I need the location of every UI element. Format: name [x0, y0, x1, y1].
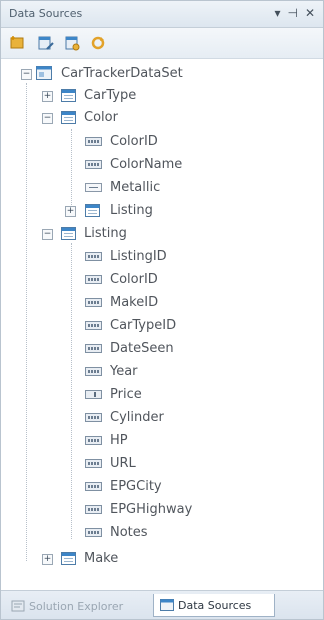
- data-sources-tree: − CarTrackerDataSet + CarType − Color Co…: [1, 61, 323, 581]
- field-label: URL: [110, 456, 136, 471]
- number-field-icon: [85, 367, 102, 376]
- number-field-icon: [85, 413, 102, 422]
- panel-title-bar: Data Sources ▾ ⊣ ✕: [1, 1, 323, 28]
- number-field-icon: [85, 252, 102, 261]
- close-icon[interactable]: ✕: [305, 5, 315, 21]
- tree-node-label: CarType: [84, 88, 137, 103]
- field-label: ListingID: [110, 249, 167, 264]
- tree-node-field[interactable]: HP: [1, 430, 323, 452]
- tree-node-field[interactable]: ColorID: [1, 131, 323, 153]
- field-label: MakeID: [110, 295, 159, 310]
- tree-node-field[interactable]: Notes: [1, 522, 323, 544]
- window-position-dropdown-icon[interactable]: ▾: [274, 5, 280, 21]
- tree-node-label: Listing: [84, 226, 127, 241]
- field-label: Year: [110, 364, 138, 379]
- tree-node-field[interactable]: EPGHighway: [1, 499, 323, 521]
- auto-hide-pin-icon[interactable]: ⊣: [287, 5, 297, 21]
- field-label: ColorID: [110, 272, 158, 287]
- expand-toggle[interactable]: +: [42, 554, 53, 565]
- field-label: Notes: [110, 525, 148, 540]
- number-field-icon: [85, 436, 102, 445]
- tree-node-label: Make: [84, 551, 119, 566]
- field-label: ColorID: [110, 134, 158, 149]
- field-label: HP: [110, 433, 128, 448]
- text-field-icon: [85, 459, 102, 468]
- add-new-data-source-icon[interactable]: [9, 34, 27, 52]
- tree-node-label: Color: [84, 110, 118, 125]
- field-label: EPGCity: [110, 479, 162, 494]
- field-label: EPGHighway: [110, 502, 193, 517]
- tree-node-table-color[interactable]: − Color: [1, 107, 323, 129]
- number-field-icon: [85, 482, 102, 491]
- tree-node-field[interactable]: Cylinder: [1, 407, 323, 429]
- currency-field-icon: [85, 390, 102, 399]
- field-label: CarTypeID: [110, 318, 177, 333]
- tree-node-field[interactable]: EPGCity: [1, 476, 323, 498]
- tree-node-dataset[interactable]: − CarTrackerDataSet: [1, 63, 323, 85]
- tree-node-related-table[interactable]: + Listing: [1, 200, 323, 222]
- checkbox-field-icon: [85, 183, 102, 192]
- table-icon: [61, 111, 76, 124]
- configure-dataset-icon[interactable]: [63, 34, 81, 52]
- number-field-icon: [85, 321, 102, 330]
- table-icon: [61, 89, 76, 102]
- tree-node-table-listing[interactable]: − Listing: [1, 223, 323, 245]
- edit-dataset-icon[interactable]: [37, 34, 55, 52]
- tree-node-field[interactable]: ColorName: [1, 154, 323, 176]
- field-label: Cylinder: [110, 410, 164, 425]
- number-field-icon: [85, 137, 102, 146]
- number-field-icon: [85, 505, 102, 514]
- expand-toggle[interactable]: +: [42, 91, 53, 102]
- panel-title: Data Sources: [9, 7, 83, 20]
- collapse-toggle[interactable]: −: [21, 69, 32, 80]
- collapse-toggle[interactable]: −: [42, 113, 53, 124]
- solution-explorer-icon: [11, 600, 25, 612]
- tab-label: Data Sources: [178, 598, 252, 612]
- tree-node-field[interactable]: ColorID: [1, 269, 323, 291]
- field-label: Metallic: [110, 180, 161, 195]
- tree-node-table-cartype[interactable]: + CarType: [1, 85, 323, 107]
- tree-node-table-make[interactable]: + Make: [1, 548, 323, 570]
- tree-node-field[interactable]: Metallic: [1, 177, 323, 199]
- date-field-icon: [85, 344, 102, 353]
- tree-node-label: CarTrackerDataSet: [61, 66, 183, 81]
- table-icon: [61, 227, 76, 240]
- tree-node-field[interactable]: MakeID: [1, 292, 323, 314]
- tree-node-field[interactable]: Price: [1, 384, 323, 406]
- tree-node-label: Listing: [110, 203, 153, 218]
- text-field-icon: [85, 528, 102, 537]
- data-sources-icon: [160, 599, 174, 611]
- field-label: ColorName: [110, 157, 183, 172]
- text-field-icon: [85, 160, 102, 169]
- tree-node-field[interactable]: CarTypeID: [1, 315, 323, 337]
- expand-toggle[interactable]: +: [65, 206, 76, 217]
- table-icon: [85, 204, 100, 217]
- field-label: DateSeen: [110, 341, 174, 356]
- panel-window-controls: ▾ ⊣ ✕: [274, 5, 315, 21]
- field-label: Price: [110, 387, 142, 402]
- tab-solution-explorer[interactable]: Solution Explorer: [5, 595, 151, 617]
- tab-data-sources[interactable]: Data Sources: [153, 594, 275, 617]
- tree-node-field[interactable]: DateSeen: [1, 338, 323, 360]
- data-sources-panel: Data Sources ▾ ⊣ ✕ − CarTrackerDataSet +…: [0, 0, 324, 620]
- dataset-icon: [36, 66, 52, 80]
- tree-node-field[interactable]: URL: [1, 453, 323, 475]
- tool-window-tabs: Solution Explorer Data Sources: [1, 590, 323, 619]
- panel-toolbar: [1, 28, 323, 59]
- table-icon: [61, 552, 76, 565]
- tree-node-field[interactable]: ListingID: [1, 246, 323, 268]
- number-field-icon: [85, 298, 102, 307]
- tree-node-field[interactable]: Year: [1, 361, 323, 383]
- refresh-icon[interactable]: [89, 34, 107, 52]
- tab-label: Solution Explorer: [29, 599, 124, 613]
- number-field-icon: [85, 275, 102, 284]
- collapse-toggle[interactable]: −: [42, 229, 53, 240]
